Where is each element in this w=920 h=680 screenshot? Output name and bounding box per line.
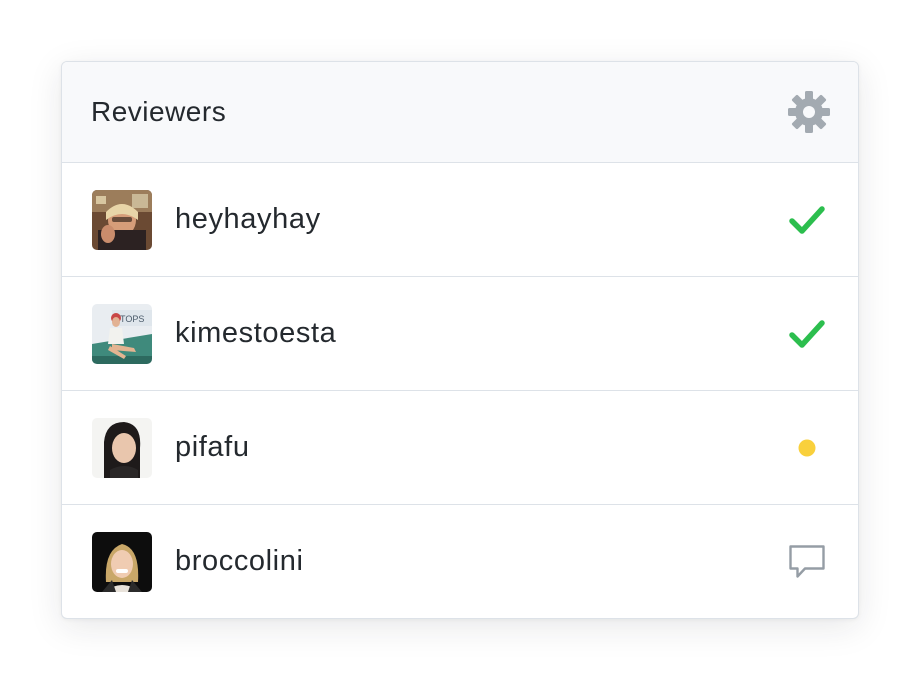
status-pending — [785, 426, 829, 470]
dot-icon — [798, 439, 816, 456]
avatar[interactable] — [92, 417, 152, 478]
reviewer-name[interactable]: pifafu — [175, 431, 785, 464]
check-icon — [789, 205, 825, 234]
stage: Reviewers heyhayhay TOPS kimestoesta pif… — [0, 0, 920, 680]
status-commented — [785, 540, 829, 584]
check-icon — [789, 319, 825, 348]
reviewers-panel: Reviewers heyhayhay TOPS kimestoesta pif… — [61, 61, 859, 619]
avatar[interactable] — [92, 189, 152, 250]
reviewer-row[interactable]: pifafu — [62, 391, 858, 505]
panel-header: Reviewers — [62, 62, 858, 163]
comment-icon — [789, 544, 825, 578]
gear-icon — [788, 91, 830, 133]
reviewer-row[interactable]: TOPS kimestoesta — [62, 277, 858, 391]
reviewer-name[interactable]: broccolini — [175, 545, 785, 578]
status-approved — [785, 198, 829, 242]
settings-button[interactable] — [787, 90, 831, 134]
reviewer-row[interactable]: heyhayhay — [62, 163, 858, 277]
reviewer-row[interactable]: broccolini — [62, 505, 858, 618]
reviewer-name[interactable]: heyhayhay — [175, 203, 785, 236]
reviewer-name[interactable]: kimestoesta — [175, 317, 785, 350]
status-approved — [785, 312, 829, 356]
panel-title: Reviewers — [91, 96, 227, 127]
svg-text:TOPS: TOPS — [120, 314, 144, 324]
avatar[interactable] — [92, 531, 152, 592]
avatar[interactable]: TOPS — [92, 303, 152, 364]
